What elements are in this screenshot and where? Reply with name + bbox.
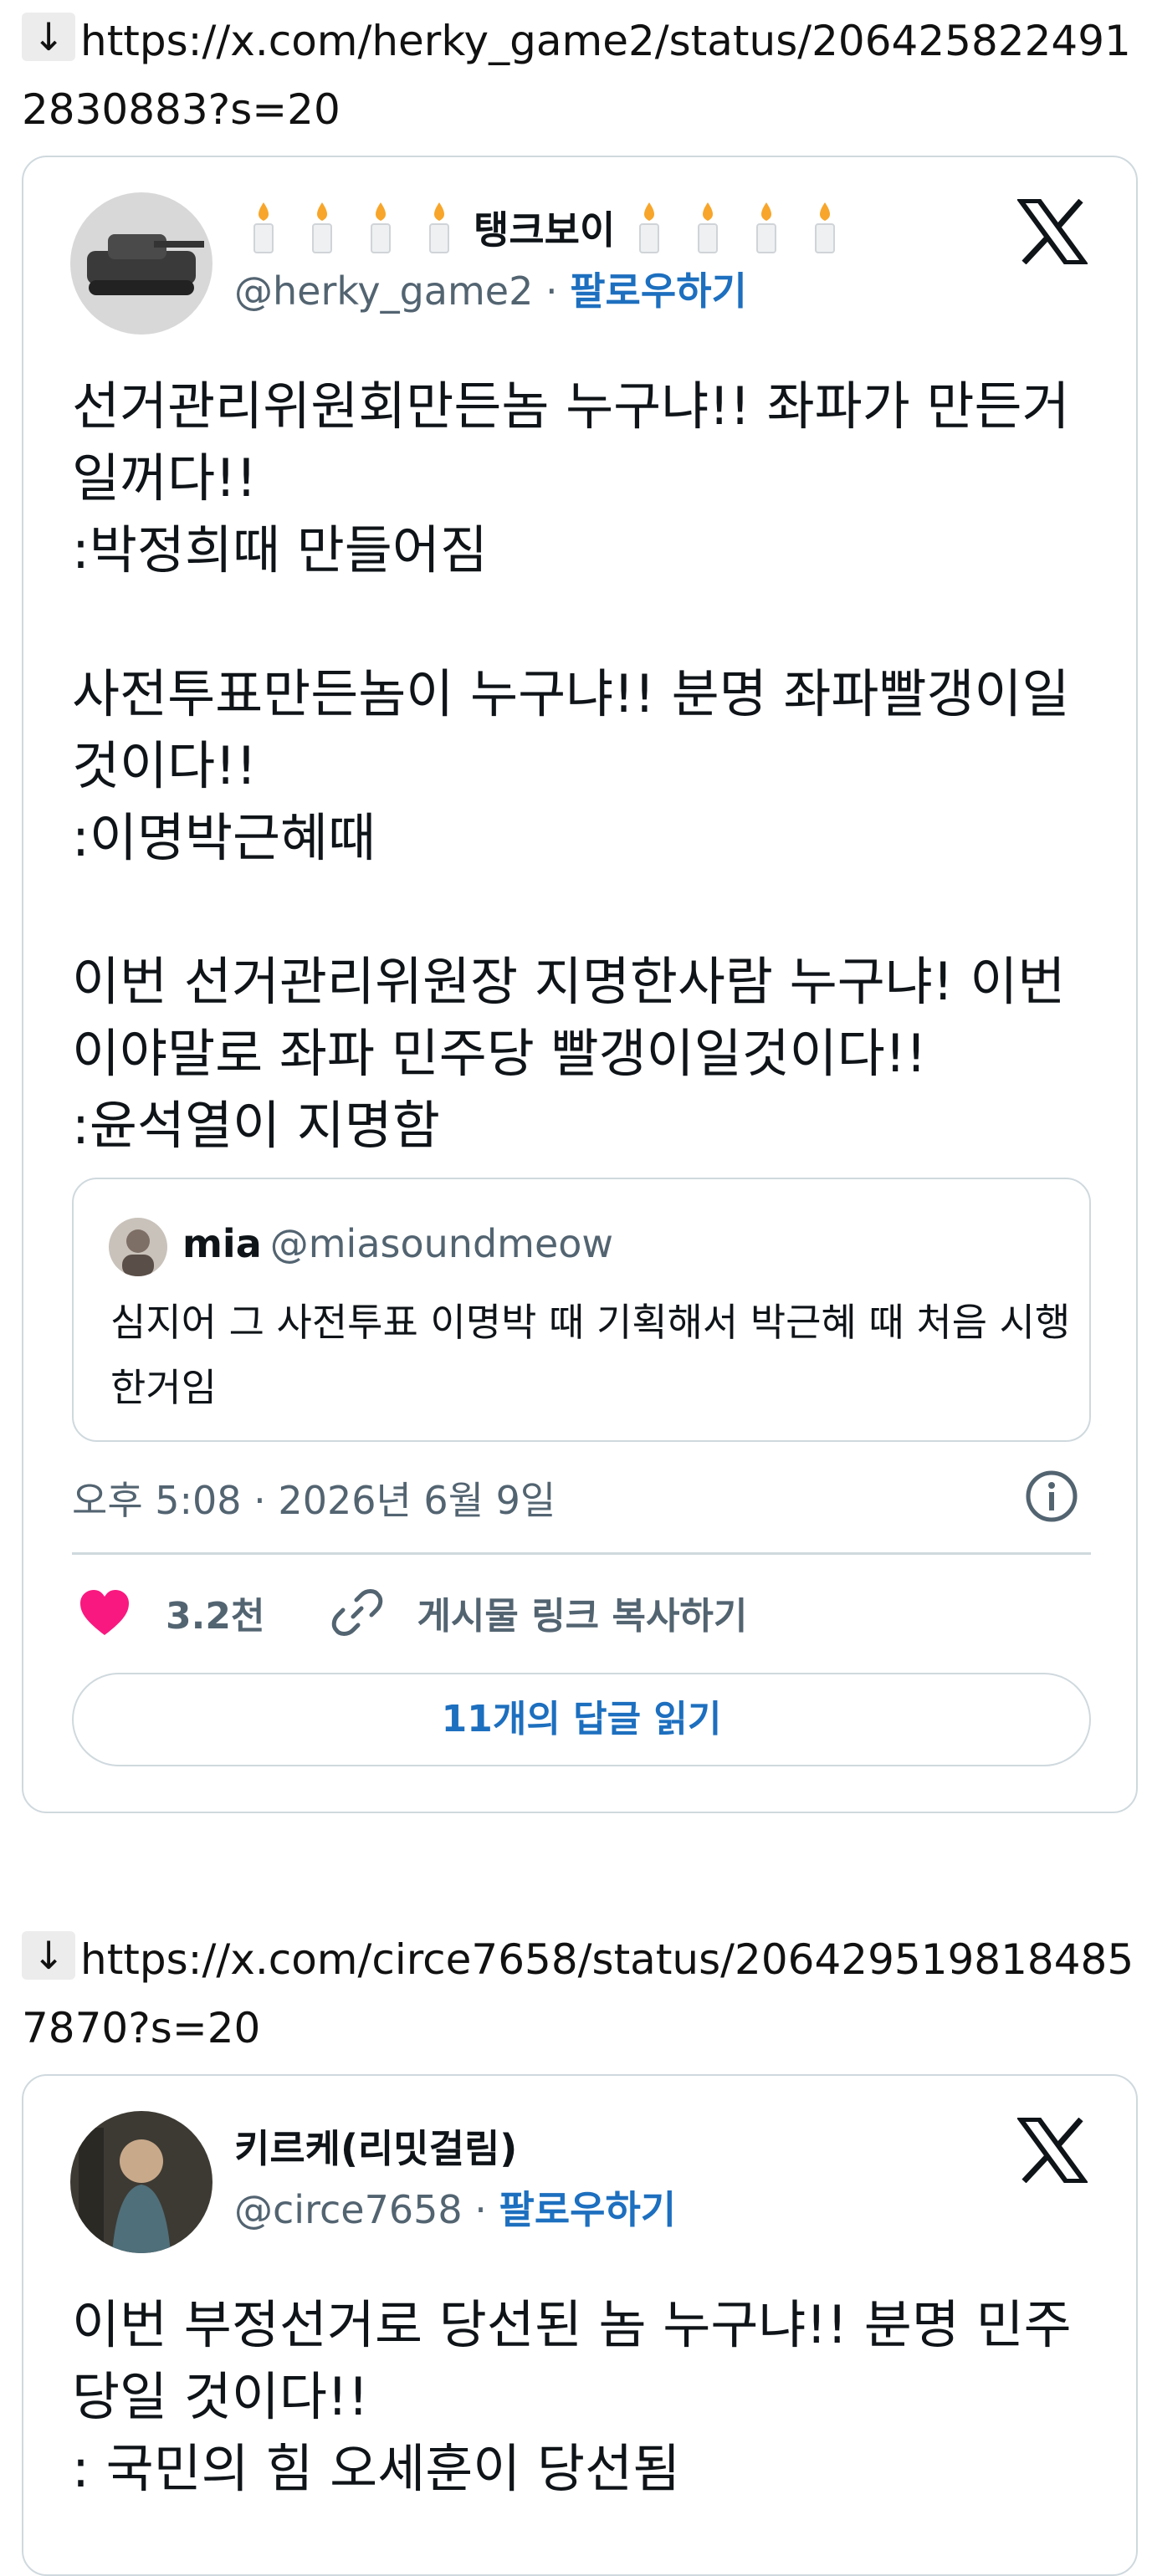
tweet2-card: 키르케(리밋걸림) @circe7658 · 팔로우하기 이번 부정선거로 당선…: [22, 2074, 1138, 2576]
quote-handle: @miasoundmeow: [269, 1221, 614, 1266]
tweet-paragraph: 이번 부정선거로 당선된 놈 누구냐!! 분명 민주당일 것이다!!: [72, 2294, 1072, 2427]
tweet2-follow-button[interactable]: 팔로우하기: [499, 2187, 677, 2232]
separator: ·: [474, 2187, 487, 2232]
tweet2-body: 이번 부정선거로 당선된 놈 누구냐!! 분명 민주당일 것이다!! : 국민의…: [72, 2289, 1101, 2505]
x-logo-icon[interactable]: [1017, 199, 1088, 264]
tweet2-name-row: 키르케(리밋걸림): [234, 2118, 517, 2175]
tweet1-quote-card[interactable]: mia @miasoundmeow 심지어 그 사전투표 이명박 때 기획해서 박…: [72, 1178, 1091, 1442]
like-count: 3.2천: [166, 1595, 265, 1638]
tweet1-link-line: ↓ https://x.com/herky_game2/status/206425…: [22, 7, 1134, 144]
down-arrow-icon: ↓: [22, 1931, 75, 1980]
down-arrow-icon: ↓: [22, 13, 75, 61]
tweet1-name-row: 탱크보이: [234, 199, 854, 256]
tweet1-timestamp[interactable]: 오후 5:08 · 2026년 6월 9일: [72, 1470, 556, 1526]
tweet1-display-name[interactable]: 탱크보이: [474, 200, 615, 255]
quote-text: 심지어 그 사전투표 이명박 때 기획해서 박근혜 때 처음 시행한거임: [110, 1300, 1071, 1410]
tweet1-follow-button[interactable]: 팔로우하기: [570, 268, 747, 314]
divider: [72, 1552, 1091, 1555]
tweet1-actions: 3.2천 게시물 링크 복사하기: [79, 1579, 747, 1646]
tweet-paragraph: 사전투표만든놈이 누구냐!! 분명 좌파빨갱이일것이다!!: [72, 663, 1070, 796]
candle-icon: [312, 202, 332, 253]
heart-icon[interactable]: [79, 1588, 131, 1637]
tweet1-avatar[interactable]: [70, 192, 212, 335]
tweet-paragraph: : 국민의 힘 오세훈이 당선됨: [72, 2438, 681, 2499]
tweet1-card: 탱크보이 @herky_game2 · 팔로우하기 선거관리위원회만든놈 누구냐…: [22, 156, 1138, 1813]
candle-icon: [429, 202, 449, 253]
quote-author: mia @miasoundmeow: [182, 1221, 613, 1266]
separator: ·: [545, 268, 558, 314]
tweet-paragraph: :윤석열이 지명함: [72, 1095, 440, 1156]
tweet2-link-line: ↓ https://x.com/circe7658/status/20642951…: [22, 1925, 1134, 2062]
tweet-paragraph: :박정희때 만들어짐: [72, 519, 488, 580]
tweet-paragraph: 선거관리위원회만든놈 누구냐!! 좌파가 만든거일꺼다!!: [72, 376, 1070, 509]
tweet2-handle-row: @circe7658 · 팔로우하기: [234, 2180, 676, 2235]
info-icon[interactable]: [1024, 1469, 1079, 1524]
candle-icon: [639, 202, 660, 253]
candle-icon: [371, 202, 391, 253]
tweet1-body: 선거관리위원회만든놈 누구냐!! 좌파가 만든거일꺼다!! :박정희때 만들어짐…: [72, 371, 1101, 1162]
tweet1-link-url[interactable]: https://x.com/herky_game2/status/2064258…: [22, 17, 1131, 134]
x-logo-icon[interactable]: [1017, 2118, 1088, 2183]
candle-icon: [756, 202, 777, 253]
read-replies-button[interactable]: 11개의 답글 읽기: [72, 1673, 1091, 1766]
link-icon[interactable]: [331, 1587, 383, 1638]
tweet2-handle[interactable]: @circe7658: [234, 2187, 463, 2232]
quote-avatar: [109, 1218, 167, 1276]
quote-name: mia: [182, 1221, 262, 1266]
tweet-paragraph: :이명박근혜때: [72, 807, 376, 868]
tweet2-avatar[interactable]: [70, 2111, 212, 2253]
candle-icon: [698, 202, 719, 253]
copy-link-button[interactable]: 게시물 링크 복사하기: [417, 1586, 747, 1639]
tweet1-handle[interactable]: @herky_game2: [234, 268, 533, 314]
tweet1-handle-row: @herky_game2 · 팔로우하기: [234, 261, 747, 316]
tweet2-display-name[interactable]: 키르케(리밋걸림): [234, 2119, 517, 2174]
tweet2-link-url[interactable]: https://x.com/circe7658/status/206429519…: [22, 1935, 1134, 2052]
candle-icon: [815, 202, 836, 253]
candle-icon: [253, 202, 274, 253]
tweet-paragraph: 이번 선거관리위원장 지명한사람 누구냐! 이번이야말로 좌파 민주당 빨갱이일…: [72, 951, 1066, 1084]
